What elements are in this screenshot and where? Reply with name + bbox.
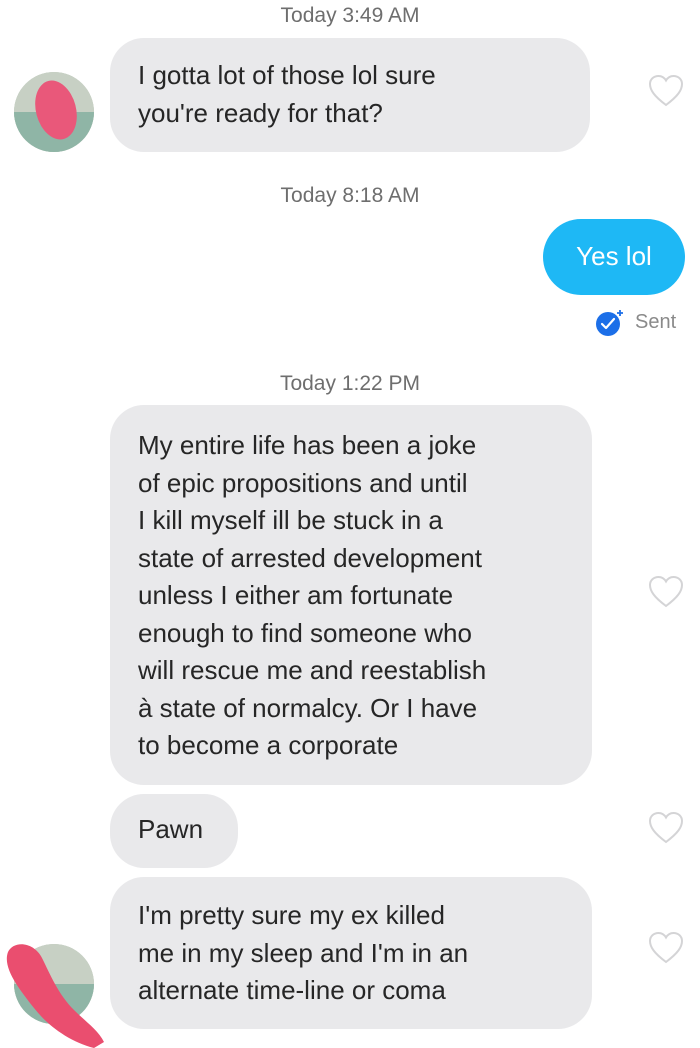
heart-outline-icon[interactable] [648, 575, 684, 609]
heart-outline-icon[interactable] [648, 931, 684, 965]
avatar-photo [14, 72, 94, 152]
heart-outline-icon[interactable] [648, 74, 684, 108]
heart-outline-icon[interactable] [648, 811, 684, 845]
incoming-message[interactable]: I gotta lot of those lol sure you're rea… [110, 38, 590, 152]
timestamp: Today 3:49 AM [280, 4, 420, 27]
timestamp: Today 1:22 PM [279, 372, 421, 395]
timestamp: Today 8:18 AM [280, 184, 420, 207]
sent-status: Sent [596, 310, 677, 336]
incoming-message[interactable]: I'm pretty sure my ex killed me in my sl… [110, 877, 592, 1029]
incoming-message[interactable]: Pawn [110, 794, 238, 868]
sent-label: Sent [635, 310, 677, 333]
avatar[interactable] [14, 72, 94, 152]
redaction-mark [6, 944, 104, 1048]
check-badge-icon [596, 310, 623, 336]
incoming-message[interactable]: My entire life has been a joke of epic p… [110, 405, 592, 785]
outgoing-message[interactable]: Yes lol [543, 219, 685, 295]
